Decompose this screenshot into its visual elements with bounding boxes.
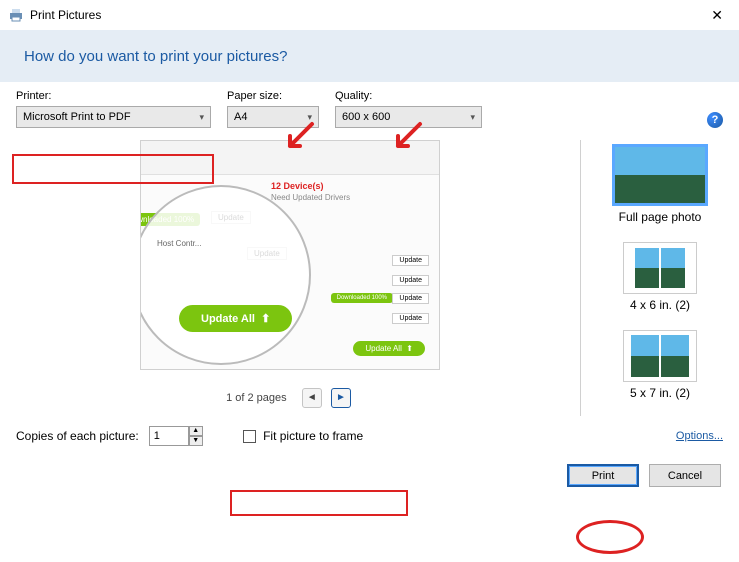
printer-label: Printer: (16, 90, 211, 102)
preview-updateall-small: Update All ⬆ (353, 341, 425, 356)
copies-down-button[interactable]: ▼ (189, 436, 203, 446)
paper-value: A4 (234, 111, 247, 123)
preview-update-row-1: Update (392, 255, 429, 266)
button-bar: Print Cancel (0, 456, 739, 499)
preview-update-row-4: Update (392, 313, 429, 324)
printer-select[interactable]: Microsoft Print to PDF ▾ (16, 106, 211, 128)
quality-select[interactable]: 600 x 600 ▾ (335, 106, 482, 128)
fit-label: Fit picture to frame (263, 429, 363, 443)
printer-icon (8, 7, 24, 23)
copies-label: Copies of each picture: (16, 429, 139, 443)
preview-magnifier: Host Contr... (140, 185, 311, 365)
chevron-down-icon: ▾ (199, 112, 204, 123)
quality-label: Quality: (335, 90, 482, 102)
paper-size-select[interactable]: A4 ▾ (227, 106, 319, 128)
copies-spinner[interactable]: ▲ ▼ (149, 426, 203, 446)
layout-5x7[interactable]: 5 x 7 in. (2) (623, 330, 697, 400)
preview-pane: 12 Device(s) Need Updated Drivers Downlo… (0, 140, 580, 416)
preview-downloaded-pill-2: Downloaded 100% (331, 293, 393, 303)
pager-prev-button[interactable]: ◄ (302, 388, 322, 408)
cancel-button[interactable]: Cancel (649, 464, 721, 487)
layout-pane: Full page photo 4 x 6 in. (2) 5 x 7 in. … (580, 140, 739, 416)
copies-up-button[interactable]: ▲ (189, 426, 203, 436)
printer-value: Microsoft Print to PDF (23, 111, 131, 123)
preview-toolbar (141, 141, 439, 175)
paper-label: Paper size: (227, 90, 319, 102)
titlebar: Print Pictures ✕ (0, 0, 739, 30)
layout-full-label: Full page photo (619, 210, 702, 224)
chevron-down-icon: ▾ (307, 112, 312, 123)
preview-host-text: Host Contr... (157, 239, 201, 248)
preview-alert-sub: Need Updated Drivers (271, 193, 350, 202)
controls-row: Printer: Microsoft Print to PDF ▾ Paper … (0, 82, 739, 140)
preview-updateall-button: Update All ⬆ (179, 305, 292, 332)
copies-input[interactable] (149, 426, 189, 446)
header: How do you want to print your pictures? (0, 30, 739, 82)
pager-text: 1 of 2 pages (226, 392, 287, 404)
preview-update-row-2: Update (392, 275, 429, 286)
preview-area: 12 Device(s) Need Updated Drivers Downlo… (140, 140, 440, 370)
header-question: How do you want to print your pictures? (24, 48, 287, 65)
annotation-print-circle (576, 520, 644, 554)
pager: 1 of 2 pages ◄ ► (0, 370, 580, 416)
chevron-down-icon: ▾ (470, 112, 475, 123)
layout-4x6-label: 4 x 6 in. (2) (630, 298, 690, 312)
quality-value: 600 x 600 (342, 111, 390, 123)
fit-checkbox[interactable] (243, 430, 256, 443)
bottom-bar: Copies of each picture: ▲ ▼ Fit picture … (0, 416, 739, 456)
pager-next-button[interactable]: ► (331, 388, 351, 408)
layout-4x6[interactable]: 4 x 6 in. (2) (623, 242, 697, 312)
layout-full-page[interactable]: Full page photo (612, 144, 708, 224)
preview-update-row-3: Update (392, 293, 429, 304)
main: 12 Device(s) Need Updated Drivers Downlo… (0, 140, 739, 416)
options-link[interactable]: Options... (676, 430, 723, 442)
preview-alert-title: 12 Device(s) (271, 181, 324, 191)
layout-5x7-label: 5 x 7 in. (2) (630, 386, 690, 400)
help-icon[interactable]: ? (707, 112, 723, 128)
preview-body: 12 Device(s) Need Updated Drivers Downlo… (141, 175, 439, 370)
window-title: Print Pictures (30, 8, 703, 22)
close-icon[interactable]: ✕ (703, 7, 731, 24)
print-button[interactable]: Print (567, 464, 639, 487)
